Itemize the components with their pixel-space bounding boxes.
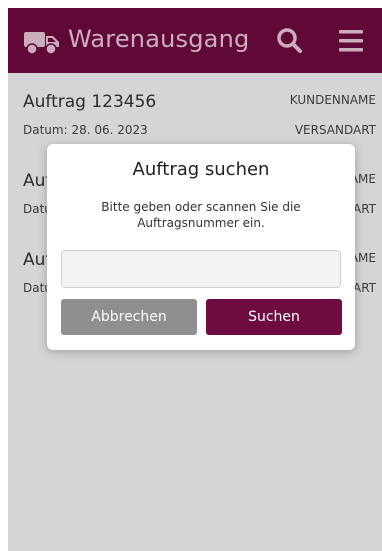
search-button[interactable]: Suchen [206, 299, 342, 335]
dialog-title: Auftrag suchen [132, 159, 270, 180]
app-screen: Warenausgang Auftrag 123456 Datum: 28. 0… [8, 8, 382, 551]
dialog-message: Bitte geben oder scannen Sie die Auftrag… [101, 200, 301, 230]
cancel-button[interactable]: Abbrechen [61, 299, 197, 335]
order-number-input[interactable] [61, 250, 341, 288]
search-order-dialog: Auftrag suchen Bitte geben oder scannen … [47, 144, 355, 350]
